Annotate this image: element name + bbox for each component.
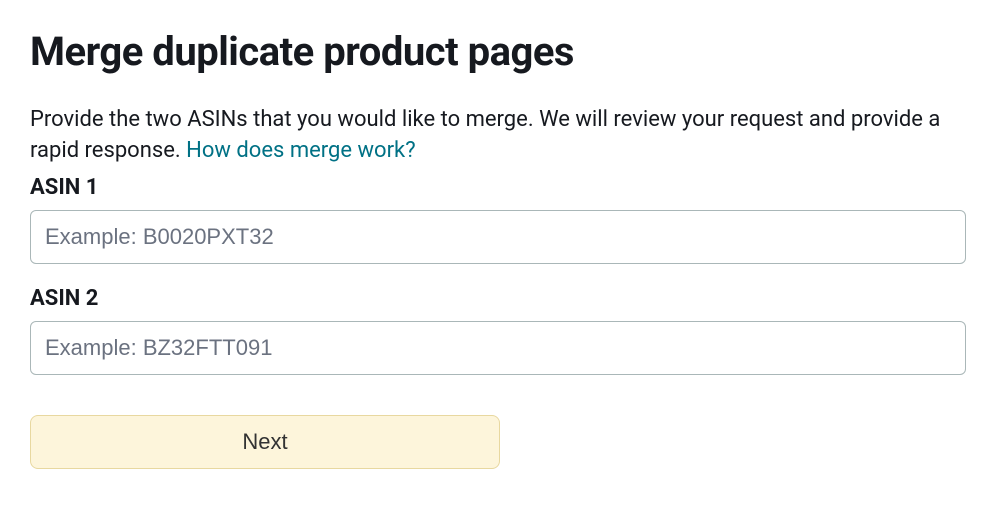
asin1-input[interactable] [30, 210, 966, 264]
asin2-input[interactable] [30, 321, 966, 375]
intro-text: Provide the two ASINs that you would lik… [30, 105, 966, 167]
asin1-field-group: ASIN 1 [30, 175, 966, 264]
page-title: Merge duplicate product pages [30, 28, 966, 75]
next-button[interactable]: Next [30, 415, 500, 469]
asin2-field-group: ASIN 2 [30, 286, 966, 375]
how-does-merge-work-link[interactable]: How does merge work? [186, 138, 415, 163]
intro-sentence: Provide the two ASINs that you would lik… [30, 107, 940, 163]
asin2-label: ASIN 2 [30, 286, 966, 311]
asin1-label: ASIN 1 [30, 175, 966, 200]
